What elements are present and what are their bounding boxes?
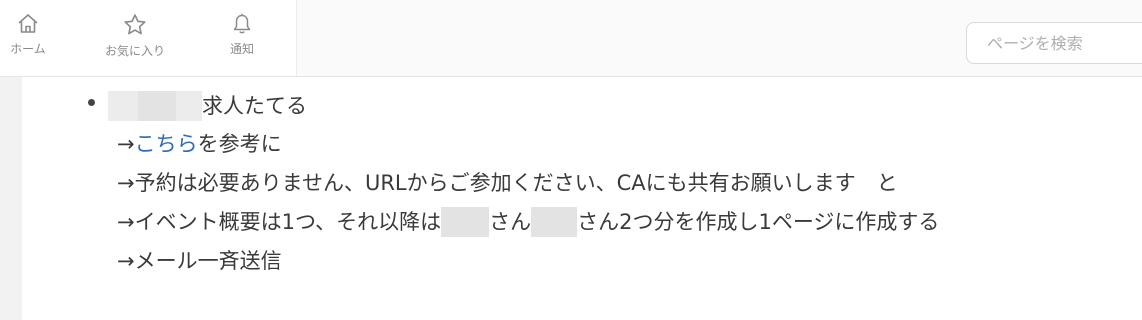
line-1-text: 求人たてる	[202, 94, 307, 118]
list-item-line-1: 求人たてる	[108, 91, 307, 121]
line-4-part-c: さん2つ分を作成し1ページに作成する	[577, 210, 940, 234]
nav-label-home: ホーム	[10, 42, 46, 56]
nav-label-notifications: 通知	[229, 42, 254, 56]
list-item-line-3: →予約は必要ありません、URLからご参加ください、CAにも共有お願いします と	[117, 170, 898, 196]
redacted-block	[531, 207, 578, 237]
line-4-part-b: さん	[489, 210, 532, 234]
line-5-text: →メール一斉送信	[117, 249, 282, 273]
redacted-block	[176, 91, 202, 121]
nav-group: ホーム お気に入り 通知	[0, 0, 297, 76]
bullet-point	[88, 99, 95, 106]
home-icon	[18, 14, 38, 33]
redacted-block	[441, 207, 490, 237]
list-item-line-4: →イベント概要は1つ、それ以降は さん さん2つ分を作成し1ページに作成する	[117, 207, 939, 237]
nav-label-favorites: お気に入り	[104, 44, 165, 58]
redacted-block	[138, 91, 176, 121]
nav-item-favorites[interactable]: お気に入り	[95, 12, 175, 70]
top-navigation-bar: ホーム お気に入り 通知	[0, 0, 1142, 77]
line-2-rest: を参考に	[197, 132, 282, 156]
list-item-line-2: →こちらを参考に	[117, 131, 282, 157]
redacted-block	[108, 91, 138, 121]
page-content: 求人たてる →こちらを参考に →予約は必要ありません、URLからご参加ください、…	[22, 77, 1142, 320]
line-4-part-a: →イベント概要は1つ、それ以降は	[117, 210, 442, 234]
arrow-text: →	[117, 132, 135, 156]
nav-item-notifications[interactable]: 通知	[202, 12, 282, 70]
list-item-line-5: →メール一斉送信	[117, 248, 282, 274]
search-box	[966, 22, 1142, 64]
reference-link[interactable]: こちら	[135, 132, 198, 156]
search-input[interactable]	[985, 23, 1142, 63]
nav-item-home[interactable]: ホーム	[0, 12, 68, 70]
line-3-text: →予約は必要ありません、URLからご参加ください、CAにも共有お願いします と	[117, 171, 898, 195]
star-icon	[124, 14, 146, 35]
bell-icon	[233, 13, 251, 34]
